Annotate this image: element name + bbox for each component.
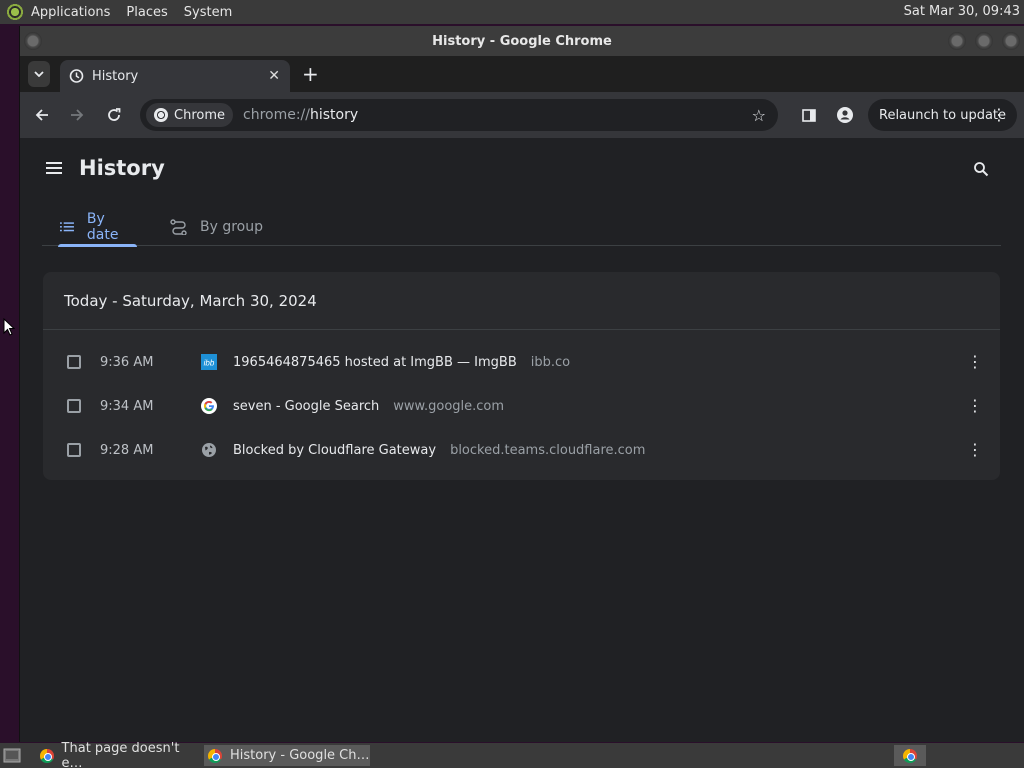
entry-domain: www.google.com [393, 398, 505, 414]
reload-icon [108, 108, 121, 121]
site-chip-label: Chrome [174, 107, 225, 123]
google-icon [201, 398, 217, 414]
taskbar-item-label: That page doesn't e… [61, 740, 180, 768]
address-bar[interactable]: Chrome chrome://history ☆ [140, 99, 778, 131]
tab-history[interactable]: History ✕ [60, 60, 290, 92]
mouse-cursor-icon [3, 318, 15, 336]
side-panel-button[interactable] [798, 104, 820, 126]
tab-strip: History ✕ + [20, 56, 1024, 92]
forward-button[interactable] [66, 104, 88, 126]
history-tabs: By date By group [42, 208, 1001, 247]
tab-by-date-label: By date [86, 211, 119, 243]
arrow-right-icon [71, 109, 84, 121]
entry-time: 9:28 AM [100, 442, 154, 458]
window-menu-icon[interactable] [24, 32, 42, 50]
window-title: History - Google Chrome [432, 33, 612, 49]
entry-link[interactable]: Blocked by Cloudflare Gateway blocked.tea… [233, 443, 645, 458]
entry-link[interactable]: seven - Google Search www.google.com [233, 399, 504, 414]
entry-title: 1965464875465 hosted at ImgBB — ImgBB [233, 354, 517, 370]
imgbb-icon: ibb [201, 354, 217, 370]
reload-button[interactable] [103, 104, 125, 126]
menu-applications[interactable]: Applications [31, 5, 110, 20]
bottom-taskbar: That page doesn't e… History - Google Ch… [0, 741, 1024, 768]
minimize-icon[interactable] [948, 32, 966, 50]
bookmark-star-icon[interactable]: ☆ [752, 106, 766, 125]
chrome-window: History - Google Chrome History ✕ + Chro… [19, 26, 1024, 742]
maximize-icon[interactable] [975, 32, 993, 50]
profile-button[interactable] [834, 104, 856, 126]
entry-title: seven - Google Search [233, 398, 380, 414]
more-actions-icon[interactable]: ⋮ [967, 442, 983, 458]
taskbar-item-page-error[interactable]: That page doesn't e… [36, 741, 200, 768]
search-icon[interactable] [973, 161, 989, 177]
tab-label: History [92, 68, 139, 84]
workspace-switcher[interactable] [894, 745, 926, 766]
chevron-down-icon [34, 71, 44, 77]
entry-checkbox[interactable] [67, 443, 81, 457]
menu-system[interactable]: System [184, 5, 232, 20]
group-icon [170, 219, 187, 235]
chrome-icon [40, 748, 54, 763]
window-titlebar[interactable]: History - Google Chrome [20, 26, 1024, 56]
tab-by-date[interactable]: By date [58, 208, 137, 247]
back-button[interactable] [31, 104, 53, 126]
url-host: history [310, 107, 359, 123]
tab-by-group-label: By group [200, 219, 263, 235]
tab-search-button[interactable] [28, 61, 50, 87]
distro-logo-icon[interactable] [5, 2, 25, 22]
history-day-card: Today - Saturday, March 30, 2024 9:36 AM… [43, 272, 1000, 480]
more-vert-icon: ⋮ [991, 105, 1007, 124]
entry-checkbox[interactable] [67, 399, 81, 413]
taskbar-item-history[interactable]: History - Google Ch… [204, 745, 370, 766]
entry-checkbox[interactable] [67, 355, 81, 369]
relaunch-to-update-button[interactable]: Relaunch to update ⋮ [868, 99, 1017, 131]
url-scheme: chrome:// [243, 107, 310, 123]
history-entry[interactable]: 9:36 AM ibb 1965464875465 hosted at ImgB… [43, 340, 1000, 384]
new-tab-button[interactable]: + [302, 64, 319, 84]
url-text[interactable]: chrome://history [243, 107, 358, 123]
entry-domain: blocked.teams.cloudflare.com [450, 442, 646, 458]
tab-by-group[interactable]: By group [170, 208, 270, 246]
show-desktop-icon[interactable] [3, 748, 21, 763]
close-window-icon[interactable] [1002, 32, 1020, 50]
profile-icon [837, 107, 853, 123]
history-entry[interactable]: 9:28 AM Blocked by Cloudflare Gateway blo… [43, 428, 1000, 472]
menu-places[interactable]: Places [126, 5, 167, 20]
side-panel-icon [802, 108, 816, 122]
entry-title: Blocked by Cloudflare Gateway [233, 442, 437, 458]
chrome-icon [154, 108, 168, 122]
hamburger-menu-icon[interactable] [46, 162, 62, 174]
entry-link[interactable]: 1965464875465 hosted at ImgBB — ImgBB ibb… [233, 355, 570, 370]
history-icon [69, 69, 84, 83]
svg-text:ibb: ibb [204, 359, 215, 368]
close-tab-icon[interactable]: ✕ [268, 68, 280, 84]
more-actions-icon[interactable]: ⋮ [967, 354, 983, 370]
entry-time: 9:34 AM [100, 398, 154, 414]
history-entry[interactable]: 9:34 AM seven - Google Search www.google.… [43, 384, 1000, 428]
day-header: Today - Saturday, March 30, 2024 [43, 272, 1000, 330]
more-actions-icon[interactable]: ⋮ [967, 398, 983, 414]
active-tab-indicator [58, 244, 137, 247]
taskbar-item-label: History - Google Ch… [230, 748, 370, 763]
globe-icon [202, 443, 216, 457]
page-title: History [79, 156, 165, 180]
entry-domain: ibb.co [530, 354, 571, 370]
site-chip[interactable]: Chrome [146, 103, 233, 127]
entry-time: 9:36 AM [100, 354, 154, 370]
toolbar: Chrome chrome://history ☆ Relaunch to up… [20, 92, 1024, 138]
history-page: History By date By group Today - Saturda… [20, 138, 1024, 742]
chrome-icon [903, 748, 917, 763]
top-panel: Applications Places System Sat Mar 30, 0… [0, 0, 1024, 24]
arrow-left-icon [35, 109, 48, 121]
chrome-icon [208, 748, 222, 763]
relaunch-label: Relaunch to update [879, 107, 1007, 123]
list-icon [60, 222, 74, 232]
panel-clock[interactable]: Sat Mar 30, 09:43 [904, 4, 1020, 19]
